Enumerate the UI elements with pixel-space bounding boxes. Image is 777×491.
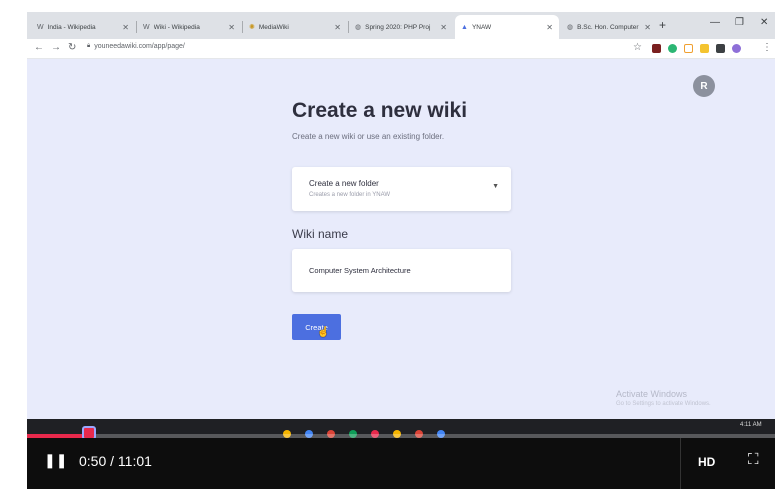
folder-select-value: Create a new folder xyxy=(309,179,379,188)
close-tab-icon[interactable]: ✕ xyxy=(440,23,447,32)
close-window-icon[interactable]: ✕ xyxy=(760,17,768,28)
tab-wiki-wikipedia[interactable]: W Wiki - Wikipedia ✕ xyxy=(137,15,241,39)
tab-ynaw[interactable]: ▲ YNAW ✕ xyxy=(455,15,559,39)
page-title: Create a new wiki xyxy=(292,99,468,122)
globe-icon: ◍ xyxy=(567,24,574,31)
globe-icon: ◍ xyxy=(355,24,362,31)
close-tab-icon[interactable]: ✕ xyxy=(546,23,553,32)
maximize-icon[interactable]: ❐ xyxy=(735,17,744,28)
more-menu-icon[interactable]: ⋮ xyxy=(762,42,772,53)
extension-icon[interactable] xyxy=(684,44,693,53)
tab-bsc-computer-science[interactable]: ◍ B.Sc. Hon. Computer S ✕ xyxy=(561,15,657,39)
wikipedia-icon: W xyxy=(37,23,44,31)
minimize-icon[interactable]: — xyxy=(710,17,720,28)
address-bar[interactable]: 🔒︎ youneedawiki.com/app/page/ xyxy=(87,43,185,50)
video-time: 0:50 / 11:01 xyxy=(79,453,152,469)
bookmark-star-icon[interactable]: ☆ xyxy=(633,42,642,53)
url-text: youneedawiki.com/app/page/ xyxy=(94,43,185,50)
tab-spring-2020-php[interactable]: ◍ Spring 2020: PHP Proj ✕ xyxy=(349,15,453,39)
extension-icon[interactable] xyxy=(700,44,709,53)
user-avatar[interactable]: R xyxy=(693,75,715,97)
taskbar-clock: 4:11 AM xyxy=(740,422,762,428)
web-page: R Create a new wiki Create a new wiki or… xyxy=(27,59,775,419)
video-player[interactable]: W India - Wikipedia ✕ W Wiki - Wikipedia… xyxy=(27,12,775,489)
new-tab-plus-icon[interactable]: + xyxy=(659,18,666,32)
activate-windows-watermark: Activate Windows Go to Settings to activ… xyxy=(616,389,711,407)
tab-india-wikipedia[interactable]: W India - Wikipedia ✕ xyxy=(31,15,135,39)
hand-cursor-icon: ☝ xyxy=(317,327,330,338)
extensions-puzzle-icon[interactable] xyxy=(716,44,725,53)
video-controls: ❚❚ 0:50 / 11:01 HD ⛶ xyxy=(27,438,775,489)
ynaw-icon: ▲ xyxy=(461,23,468,31)
tab-mediawiki[interactable]: ✺ MediaWiki ✕ xyxy=(243,15,347,39)
close-tab-icon[interactable]: ✕ xyxy=(122,23,129,32)
caret-down-icon: ▼ xyxy=(492,183,499,190)
pause-icon[interactable]: ❚❚ xyxy=(44,452,67,469)
wikipedia-icon: W xyxy=(143,23,150,31)
fullscreen-icon[interactable]: ⛶ xyxy=(748,451,759,468)
wiki-name-value: Computer System Architecture xyxy=(309,266,411,275)
extension-icon[interactable] xyxy=(668,44,677,53)
browser-toolbar: ← → ↻ 🔒︎ youneedawiki.com/app/page/ ☆ ⋮ xyxy=(27,39,775,59)
page-subtitle: Create a new wiki or use an existing fol… xyxy=(292,132,445,141)
extension-icon[interactable] xyxy=(652,44,661,53)
reload-icon[interactable]: ↻ xyxy=(68,42,76,53)
mediawiki-icon: ✺ xyxy=(249,24,255,31)
wiki-name-input[interactable]: Computer System Architecture xyxy=(292,249,511,292)
browser-tab-bar: W India - Wikipedia ✕ W Wiki - Wikipedia… xyxy=(27,12,775,39)
back-icon[interactable]: ← xyxy=(34,42,44,53)
profile-icon[interactable] xyxy=(732,44,741,53)
hd-quality-button[interactable]: HD xyxy=(698,455,715,469)
close-tab-icon[interactable]: ✕ xyxy=(644,23,651,32)
close-tab-icon[interactable]: ✕ xyxy=(228,23,235,32)
folder-select-helper: Creates a new folder in YNAW xyxy=(309,192,391,198)
forward-icon[interactable]: → xyxy=(51,42,61,53)
close-tab-icon[interactable]: ✕ xyxy=(334,23,341,32)
controls-divider xyxy=(680,438,681,489)
lock-icon: 🔒︎ xyxy=(87,43,91,49)
folder-select[interactable]: Create a new folder Creates a new folder… xyxy=(292,167,511,211)
wiki-name-label: Wiki name xyxy=(292,227,349,241)
